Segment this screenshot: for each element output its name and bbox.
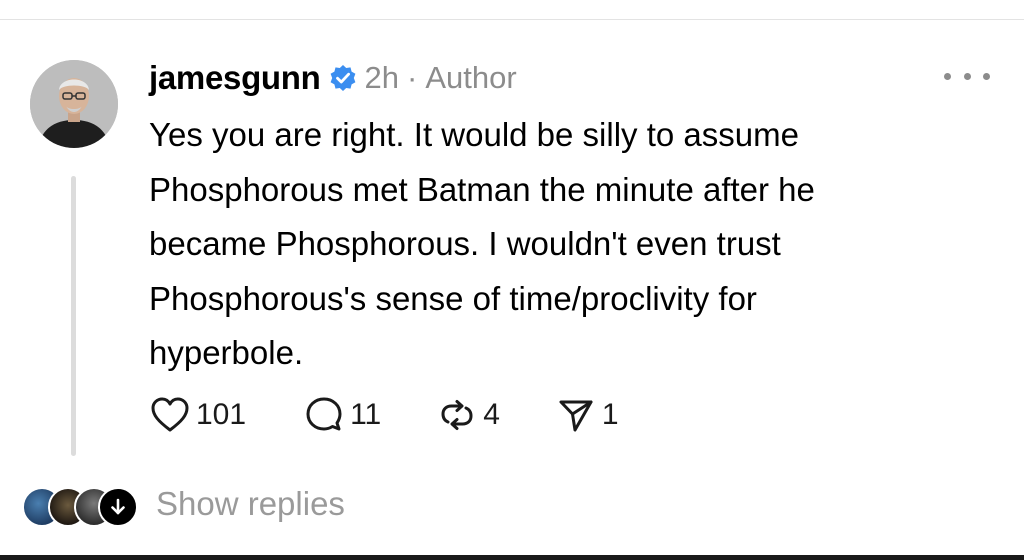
like-button[interactable]: 101 (150, 396, 246, 434)
post-time: 2h (364, 60, 399, 95)
more-options-button[interactable] (944, 64, 990, 88)
share-count: 1 (601, 398, 619, 431)
more-icon (944, 72, 951, 80)
post-header: jamesgunn 2h · Author (149, 56, 517, 100)
comment-button[interactable]: 11 (304, 396, 381, 434)
comment-count: 11 (350, 398, 382, 431)
avatar-image (30, 60, 118, 148)
avatar[interactable] (30, 60, 118, 148)
action-bar: 101 11 4 1 (150, 393, 619, 437)
post-text-line: Yes you are right. It would be silly to … (149, 116, 799, 153)
thread-line (71, 176, 76, 456)
repost-count: 4 (483, 398, 500, 431)
repost-button[interactable]: 4 (437, 396, 500, 434)
like-count: 101 (196, 398, 247, 431)
comment-icon (306, 397, 342, 431)
share-icon (559, 400, 593, 432)
top-divider (0, 19, 1024, 20)
bottom-divider (0, 555, 1024, 560)
post-text-line: Phosphorous's sense of time/proclivity f… (149, 279, 757, 317)
post-text-line: Phosphorous met Batman the minute after … (149, 170, 815, 208)
username[interactable]: jamesgunn (149, 59, 321, 97)
post-text-line: hyperbole. (149, 334, 304, 371)
reply-avatars (22, 483, 138, 527)
author-badge: Author (425, 60, 517, 95)
verified-icon (329, 64, 357, 92)
heart-icon (151, 397, 189, 432)
post-text: Yes you are right. It would be silly to … (149, 108, 949, 381)
arrow-down-icon (98, 487, 138, 527)
repost-icon (441, 400, 473, 430)
reply-preview[interactable] (22, 480, 138, 530)
show-replies-link[interactable]: Show replies (156, 485, 345, 523)
share-button[interactable]: 1 (556, 396, 619, 434)
meta-separator: · (407, 60, 418, 95)
post-text-line: became Phosphorous. I wouldn't even trus… (149, 225, 781, 262)
